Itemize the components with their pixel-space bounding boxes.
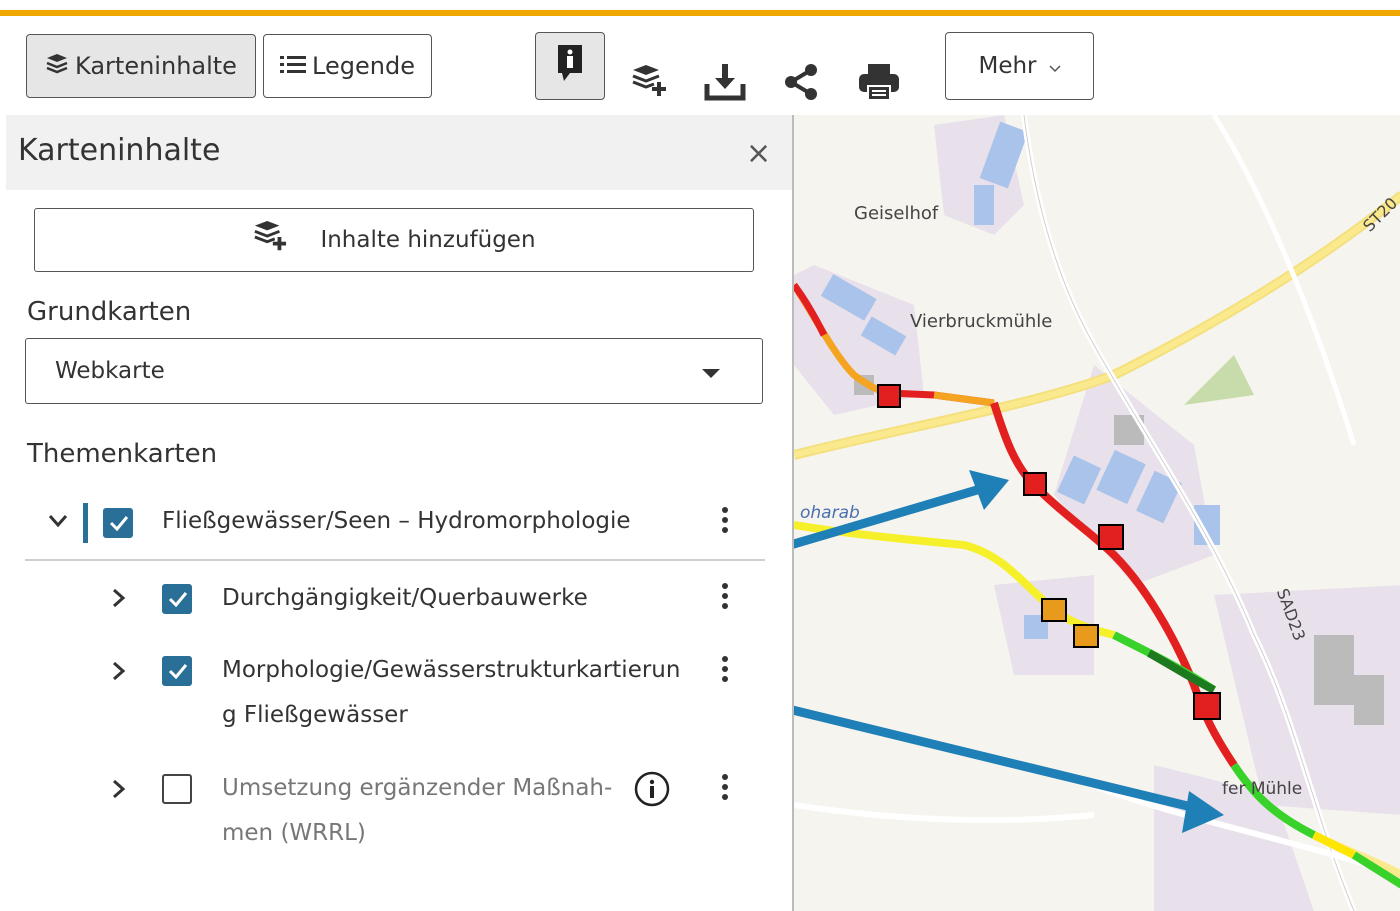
layer-label-measures-line1: Umsetzung ergänzender Maßnah- [222, 775, 613, 801]
layer-label-morphology-line2: g Fließgewässer [222, 702, 408, 728]
map-label-mill: fer Mühle [1222, 779, 1303, 799]
layer-checkbox-continuity[interactable] [162, 584, 192, 614]
map-label-stream: oharab [800, 503, 860, 523]
chevron-right-icon[interactable] [112, 661, 126, 685]
layer-label-hydromorphology: Fließgewässer/Seen – Hydromorphologie [162, 508, 631, 534]
more-label: Mehr [978, 53, 1037, 79]
share-icon [781, 62, 821, 102]
more-options-icon[interactable] [722, 656, 728, 686]
add-layers-icon [252, 220, 288, 260]
add-content-button[interactable]: Inhalte hinzufügen [34, 208, 754, 272]
list-icon [280, 52, 307, 80]
map-canvas [794, 115, 1400, 911]
more-options-icon[interactable] [722, 507, 728, 537]
chevron-right-icon[interactable] [112, 779, 126, 803]
layer-checkbox-morphology[interactable] [162, 656, 192, 686]
legend-button[interactable]: Legende [263, 34, 432, 98]
map-contents-button[interactable]: Karteninhalte [26, 34, 256, 98]
more-menu-button[interactable]: Mehr [945, 32, 1094, 100]
divider [25, 559, 765, 561]
map-contents-panel: Karteninhalte × Inhalte hinzufügen Grund… [6, 115, 792, 911]
caret-down-icon [702, 369, 720, 378]
chevron-right-icon[interactable] [112, 588, 126, 612]
map-label-geiselhof: Geiselhof [854, 203, 939, 224]
map-label-vierbruckmuehle: Vierbruckmühle [910, 311, 1053, 332]
more-options-icon[interactable] [722, 774, 728, 804]
layer-checkbox-hydromorphology[interactable] [103, 508, 133, 538]
more-options-icon[interactable] [722, 583, 728, 613]
panel-header: Karteninhalte × [6, 115, 792, 190]
add-content-label: Inhalte hinzufügen [320, 227, 536, 253]
legend-label: Legende [312, 52, 415, 80]
toolbar: Karteninhalte Legende Mehr [0, 16, 1400, 115]
share-button[interactable] [779, 60, 823, 104]
layer-label-morphology-line1: Morphologie/Gewässerstrukturkartierun [222, 657, 681, 683]
panel-title: Karteninhalte [18, 133, 221, 168]
basemap-select[interactable]: Webkarte [25, 338, 763, 404]
print-button[interactable] [857, 60, 901, 104]
add-layers-icon [630, 64, 668, 100]
close-icon[interactable]: × [746, 139, 771, 169]
layer-checkbox-measures[interactable] [162, 774, 192, 804]
info-circle-icon[interactable] [634, 771, 670, 811]
print-icon [857, 62, 901, 102]
layer-label-measures-line2: men (WRRL) [222, 820, 366, 846]
chevron-down-icon [1048, 53, 1061, 79]
layer-label-continuity: Durchgängigkeit/Querbauwerke [222, 585, 588, 611]
info-icon [556, 43, 584, 89]
basemap-selected-value: Webkarte [55, 358, 165, 384]
info-button[interactable] [535, 32, 605, 100]
download-button[interactable] [703, 60, 747, 104]
thematic-maps-heading: Themenkarten [27, 439, 218, 469]
map-contents-label: Karteninhalte [75, 52, 237, 80]
add-layers-button[interactable] [627, 60, 671, 104]
download-icon [703, 62, 747, 102]
layers-icon [45, 52, 69, 80]
map-view[interactable]: Geiselhof Vierbruckmühle ST20 SAD23 ohar… [792, 115, 1400, 911]
chevron-down-icon[interactable] [48, 513, 68, 532]
basemaps-heading: Grundkarten [27, 297, 192, 327]
group-indicator [83, 503, 88, 543]
